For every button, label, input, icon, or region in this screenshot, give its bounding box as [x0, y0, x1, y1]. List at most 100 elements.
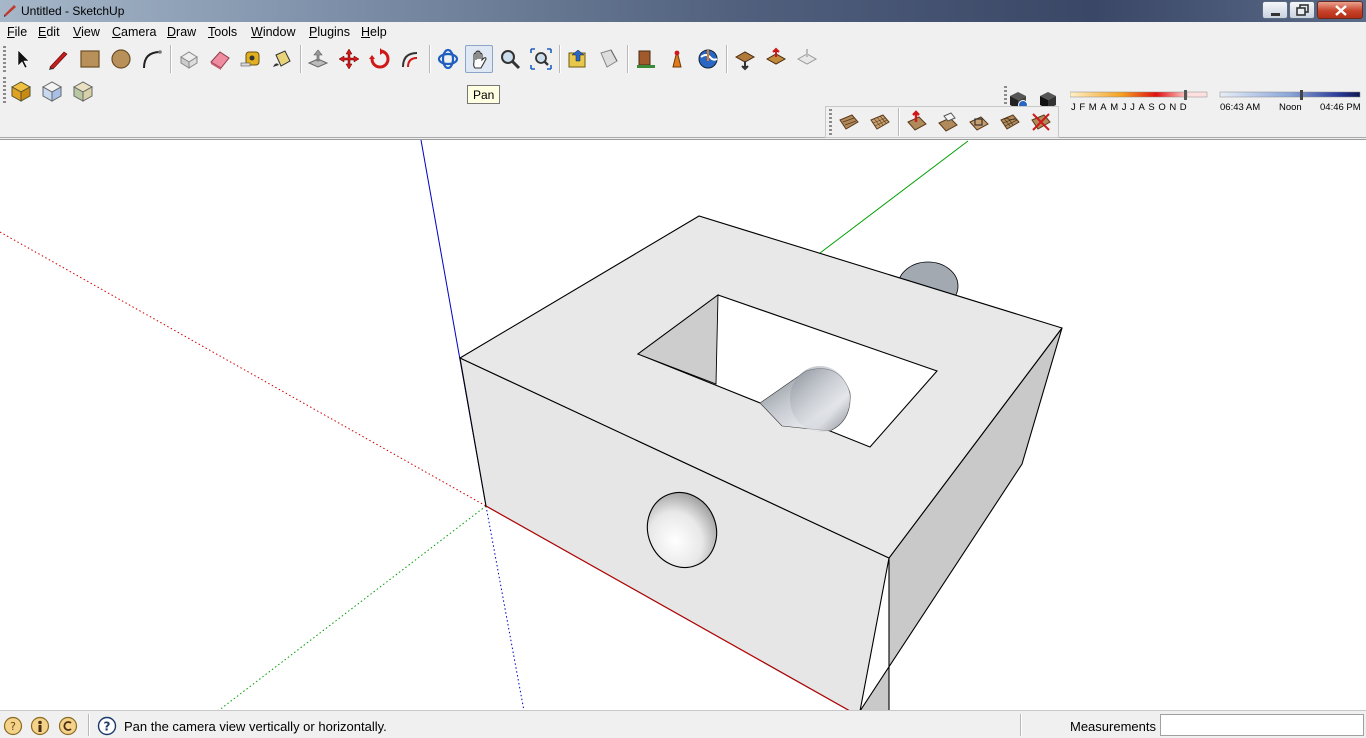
zoom-tool[interactable]: [496, 45, 524, 73]
green-axis-negative: [218, 505, 487, 710]
place-model-tool[interactable]: [793, 45, 821, 73]
menu-edit[interactable]: Edit: [38, 25, 60, 39]
xray-style-tool[interactable]: [7, 77, 35, 105]
svg-text:?: ?: [104, 720, 111, 734]
circle-icon: [111, 49, 131, 69]
status-divider: [1020, 714, 1022, 736]
window-title: Untitled - SketchUp: [21, 4, 125, 18]
push-pull-icon: [307, 49, 329, 68]
toolbar-grip[interactable]: [3, 46, 6, 74]
make-component-tool[interactable]: [175, 45, 203, 73]
svg-text:?: ?: [10, 720, 16, 733]
toolbar-separator: [559, 45, 561, 73]
toolbar-grip[interactable]: [829, 109, 832, 137]
arc-tool[interactable]: [138, 45, 166, 73]
time-slider[interactable]: [1218, 90, 1364, 102]
tape-measure-tool[interactable]: [237, 45, 265, 73]
select-tool[interactable]: [8, 45, 36, 73]
menu-camera[interactable]: Camera: [112, 25, 156, 39]
sandbox-from-scratch-tool[interactable]: [866, 108, 894, 136]
toolbar-separator: [429, 45, 431, 73]
toolbar-separator: [170, 45, 172, 73]
sandbox-from-contours-tool[interactable]: [835, 108, 863, 136]
offset-tool[interactable]: [397, 45, 425, 73]
arrow-select-icon: [17, 49, 30, 69]
warehouse-icon: [637, 50, 655, 68]
menu-window[interactable]: Window: [251, 25, 295, 39]
sketchup-app-icon: [4, 5, 16, 17]
flip-edge-tool[interactable]: [1027, 108, 1055, 136]
paint-bucket-icon: [273, 50, 291, 67]
status-bar: ? ? Pan the camera view vertically or ho…: [0, 710, 1366, 738]
textured-box-icon: [72, 81, 94, 102]
blue-axis-negative: [485, 505, 525, 710]
get-models-tool[interactable]: [632, 45, 660, 73]
move-tool[interactable]: [335, 45, 363, 73]
paint-bucket-tool[interactable]: [268, 45, 296, 73]
place-model-icon: [796, 49, 818, 65]
toggle-terrain-tool[interactable]: [762, 45, 790, 73]
copyright-icon[interactable]: [58, 716, 78, 736]
share-model-icon: [672, 50, 682, 68]
menu-help[interactable]: Help: [361, 25, 387, 39]
restore-button[interactable]: [1289, 1, 1315, 19]
toolbar-separator: [726, 45, 728, 73]
restore-icon: [1296, 4, 1309, 16]
menu-file[interactable]: File: [7, 25, 27, 39]
orbit-tool[interactable]: [434, 45, 462, 73]
toolbar-area: JFMAMJJASOND 06:43 AM Noon 04:46 PM: [0, 42, 1366, 138]
sandbox-toolbar: [825, 106, 1059, 138]
contours-icon: [839, 114, 859, 130]
smoove-icon: [907, 110, 927, 131]
toolbar-separator: [898, 108, 900, 136]
toolbar-separator: [627, 45, 629, 73]
measurements-label: Measurements: [1070, 719, 1156, 734]
toolbar-grip[interactable]: [3, 77, 6, 105]
get-current-view-tool[interactable]: [731, 45, 759, 73]
next-view-tool[interactable]: [595, 45, 623, 73]
geo-location-icon[interactable]: ?: [3, 716, 23, 736]
help-icon[interactable]: ?: [97, 716, 117, 736]
rotate-tool[interactable]: [366, 45, 394, 73]
push-pull-tool[interactable]: [304, 45, 332, 73]
zoom-extents-tool[interactable]: [527, 45, 555, 73]
previous-view-icon: [568, 49, 586, 68]
drape-tool[interactable]: [965, 108, 993, 136]
shaded-box-icon: [10, 81, 32, 102]
credits-icon[interactable]: [30, 716, 50, 736]
time-end-label: 04:46 PM: [1320, 102, 1361, 113]
circle-tool[interactable]: [107, 45, 135, 73]
drawing-viewport[interactable]: [0, 139, 1366, 710]
month-labels: JFMAMJJASOND: [1071, 102, 1191, 113]
rectangle-tool[interactable]: [76, 45, 104, 73]
previous-view-tool[interactable]: [564, 45, 592, 73]
move-arrows-icon: [338, 48, 360, 70]
eraser-tool[interactable]: [206, 45, 234, 73]
menu-draw[interactable]: Draw: [167, 25, 196, 39]
add-detail-icon: [1000, 114, 1020, 130]
toolbar-separator: [300, 45, 302, 73]
back-edges-tool[interactable]: [38, 77, 66, 105]
monochrome-tool[interactable]: [69, 77, 97, 105]
share-model-tool[interactable]: [663, 45, 691, 73]
hidden-box-icon: [41, 81, 63, 102]
zoom-extents-icon: [530, 48, 552, 70]
close-icon: [1335, 5, 1347, 16]
rectangle-icon: [80, 50, 100, 68]
pan-tool[interactable]: [465, 45, 493, 73]
menu-bar: File Edit View Camera Draw Tools Window …: [0, 22, 1366, 42]
tape-measure-icon: [240, 51, 260, 67]
stamp-tool[interactable]: [934, 108, 962, 136]
month-slider[interactable]: [1070, 90, 1210, 102]
menu-view[interactable]: View: [73, 25, 100, 39]
line-tool[interactable]: [44, 45, 72, 73]
menu-plugins[interactable]: Plugins: [309, 25, 350, 39]
minimize-button[interactable]: [1262, 1, 1288, 19]
stamp-icon: [938, 112, 958, 132]
menu-tools[interactable]: Tools: [208, 25, 237, 39]
close-button[interactable]: [1317, 1, 1363, 19]
google-earth-tool[interactable]: [694, 45, 722, 73]
measurements-input[interactable]: [1160, 714, 1364, 736]
smoove-tool[interactable]: [903, 108, 931, 136]
add-detail-tool[interactable]: [996, 108, 1024, 136]
